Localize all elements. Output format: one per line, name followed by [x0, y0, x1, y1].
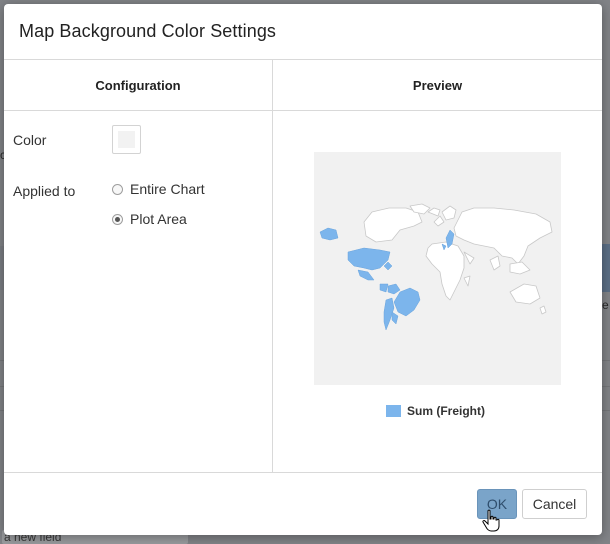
radio-button-checked[interactable] — [112, 213, 123, 225]
radio-plot-area[interactable]: Plot Area — [112, 211, 187, 227]
radio-entire-chart-label: Entire Chart — [130, 181, 205, 197]
radio-entire-chart[interactable]: Entire Chart — [112, 181, 205, 197]
map-background-dialog: Map Background Color Settings Configurat… — [4, 4, 602, 535]
applied-to-label: Applied to — [13, 183, 76, 199]
world-map-image — [319, 203, 553, 331]
cancel-button[interactable]: Cancel — [522, 489, 587, 519]
hand-pointer-icon — [482, 509, 500, 532]
color-picker-button[interactable] — [112, 125, 141, 154]
map-preview — [314, 152, 561, 385]
configuration-header: Configuration — [95, 78, 181, 93]
dialog-title: Map Background Color Settings — [19, 21, 277, 41]
title-divider — [4, 59, 602, 60]
legend-label: Sum (Freight) — [407, 404, 485, 418]
chart-legend: Sum (Freight) — [386, 404, 485, 418]
radio-plot-area-label: Plot Area — [130, 211, 187, 227]
column-divider — [272, 60, 273, 473]
backdrop-text: e — [602, 298, 609, 312]
color-label: Color — [13, 132, 47, 148]
footer-divider — [4, 472, 602, 473]
legend-swatch — [386, 405, 401, 417]
header-divider — [4, 110, 602, 111]
preview-header: Preview — [412, 78, 463, 93]
radio-button[interactable] — [112, 183, 123, 195]
color-swatch — [118, 131, 135, 148]
